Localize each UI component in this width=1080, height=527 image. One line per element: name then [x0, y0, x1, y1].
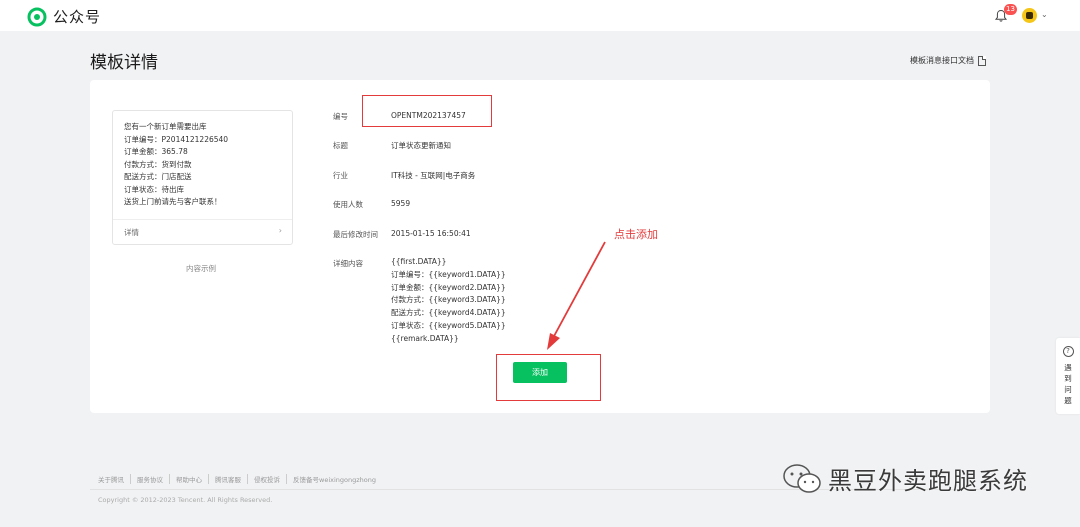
- template-doc-link-label: 模板消息接口文档: [910, 56, 974, 65]
- watermark-text: 黑豆外卖跑腿系统: [828, 467, 1028, 495]
- document-icon: [978, 55, 986, 66]
- footer-link[interactable]: 反馈备号weixingongzhong: [286, 474, 382, 484]
- chevron-right-icon: ›: [278, 226, 282, 235]
- content-line: {{remark.DATA}}: [391, 333, 459, 343]
- avatar[interactable]: [1022, 8, 1037, 23]
- footer-link[interactable]: 侵权投诉: [247, 474, 286, 484]
- app-logo[interactable]: 公众号: [27, 6, 101, 27]
- preview-caption: 内容示例: [186, 264, 216, 273]
- field-label: 详细内容: [333, 259, 363, 268]
- footer-link[interactable]: 关于腾讯: [98, 474, 130, 484]
- preview-line: 订单编号：P2014121226540: [124, 134, 229, 144]
- question-icon: ?: [1062, 346, 1074, 357]
- annotation-label: 点击添加: [614, 228, 658, 241]
- help-label: 遇到问题: [1064, 363, 1072, 405]
- preview-detail-row[interactable]: 详情 ›: [113, 219, 292, 244]
- top-navigation-bar: 公众号 13 ⌄: [0, 0, 1080, 31]
- template-doc-link[interactable]: 模板消息接口文档: [910, 55, 986, 66]
- preview-line: 付款方式：货到付款: [124, 159, 192, 169]
- content-line: {{first.DATA}}: [391, 257, 447, 266]
- help-widget[interactable]: ? 遇到问题: [1056, 338, 1080, 414]
- template-industry-value: IT科技 - 互联网|电子商务: [391, 171, 476, 180]
- add-template-button[interactable]: 添加: [513, 362, 567, 383]
- app-name: 公众号: [53, 8, 102, 26]
- preview-line: 订单状态：待出库: [124, 184, 184, 194]
- content-line: 付款方式：{{keyword3.DATA}}: [391, 295, 506, 305]
- footer-link[interactable]: 腾讯客服: [208, 474, 247, 484]
- field-label: 最后修改时间: [333, 230, 378, 239]
- chevron-down-icon[interactable]: ⌄: [1041, 10, 1048, 19]
- preview-content: 您有一个新订单需要出库 订单编号：P2014121226540 订单金额：365…: [124, 121, 228, 209]
- template-detail-card: 您有一个新订单需要出库 订单编号：P2014121226540 订单金额：365…: [90, 80, 990, 413]
- content-line: 订单编号：{{keyword1.DATA}}: [391, 269, 506, 279]
- message-preview-card: 您有一个新订单需要出库 订单编号：P2014121226540 订单金额：365…: [112, 110, 293, 245]
- content-line: 订单金额：{{keyword2.DATA}}: [391, 282, 506, 292]
- preview-line: 配送方式：门店配送: [124, 172, 192, 181]
- preview-line: 送货上门前请先与客户联系！: [124, 197, 222, 206]
- avatar-image: [1026, 12, 1033, 19]
- content-line: 配送方式：{{keyword4.DATA}}: [391, 308, 506, 318]
- template-usage-value: 5959: [391, 199, 411, 208]
- field-label: 编号: [333, 112, 348, 121]
- field-label: 行业: [333, 171, 348, 180]
- preview-line: 您有一个新订单需要出库: [124, 122, 207, 131]
- preview-detail-label: 详情: [124, 228, 139, 237]
- template-content: {{first.DATA}} 订单编号：{{keyword1.DATA}} 订单…: [391, 256, 506, 346]
- notification-badge: 13: [1004, 4, 1017, 15]
- wechat-icon: [783, 463, 821, 493]
- footer-link[interactable]: 帮助中心: [169, 474, 208, 484]
- footer-link[interactable]: 服务协议: [130, 474, 169, 484]
- template-title-value: 订单状态更新通知: [391, 141, 451, 150]
- content-line: 订单状态：{{keyword5.DATA}}: [391, 320, 506, 330]
- copyright-text: Copyright © 2012-2023 Tencent. All Right…: [98, 496, 273, 504]
- template-id-value: OPENTM202137457: [391, 111, 466, 120]
- page-title: 模板详情: [90, 53, 158, 73]
- watermark: 黑豆外卖跑腿系统: [782, 461, 1028, 496]
- field-label: 使用人数: [333, 200, 363, 209]
- wechat-official-account-logo-icon: [27, 7, 47, 26]
- template-modified-value: 2015-01-15 16:50:41: [391, 229, 471, 238]
- preview-line: 订单金额：365.78: [124, 147, 188, 156]
- footer-links: 关于腾讯 服务协议 帮助中心 腾讯客服 侵权投诉 反馈备号weixingongz…: [98, 474, 382, 484]
- field-label: 标题: [333, 141, 348, 150]
